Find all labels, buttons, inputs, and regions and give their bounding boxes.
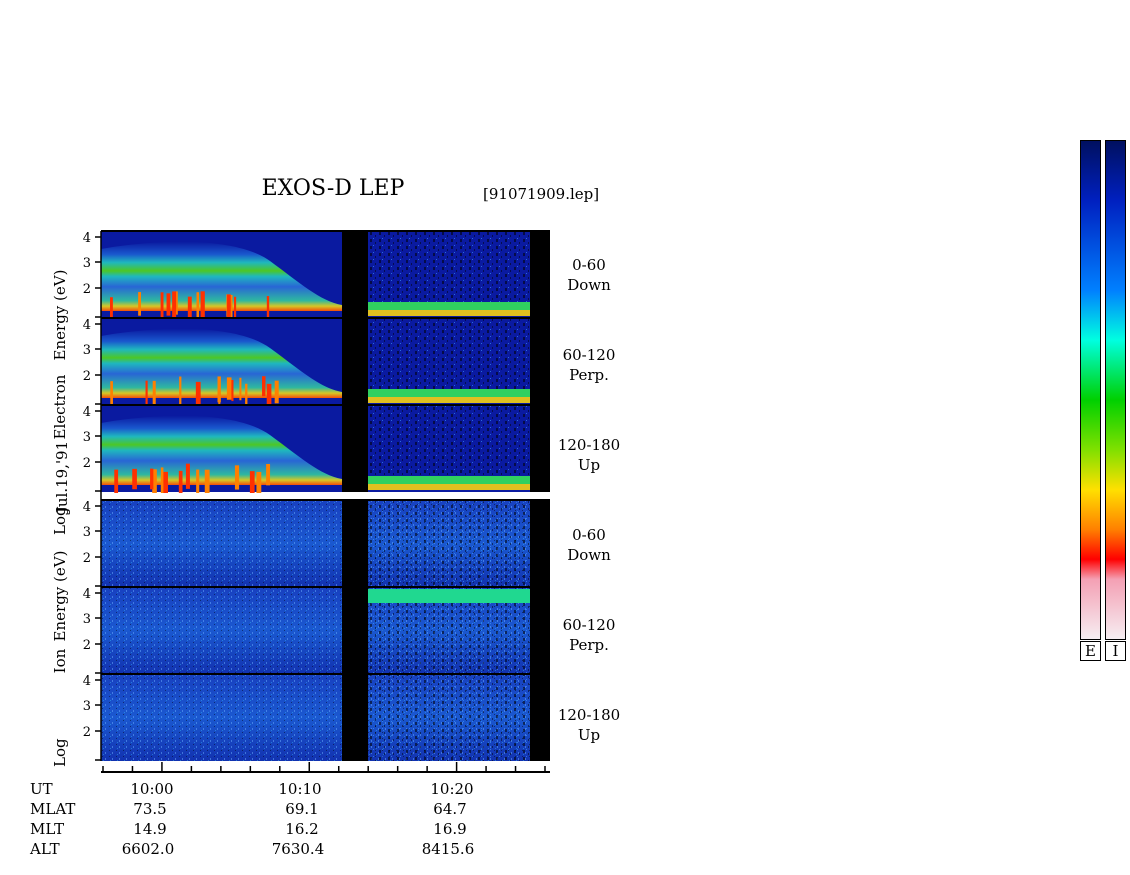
data-gap bbox=[342, 500, 368, 587]
y-tick-label: 4 bbox=[83, 587, 91, 602]
mlt-label: MLT bbox=[30, 820, 65, 838]
panel-angle-label: 120-180 Up bbox=[557, 706, 621, 744]
x-tick-label: 10:00 bbox=[130, 780, 174, 798]
mlt-value: 16.9 bbox=[433, 820, 467, 838]
flux-spike bbox=[114, 469, 119, 497]
panel-angle-label: 120-180 Up bbox=[557, 436, 621, 474]
spectrogram-panel bbox=[101, 404, 550, 500]
spectrogram-panel bbox=[101, 499, 550, 587]
electron-colorbar bbox=[1080, 140, 1101, 640]
x-tick-label: 10:10 bbox=[278, 780, 322, 798]
alt-value: 8415.6 bbox=[421, 840, 475, 858]
panel-angle-label: 60-120 Perp. bbox=[562, 346, 616, 384]
ion-colorbar bbox=[1105, 140, 1126, 640]
alt-value: 6602.0 bbox=[121, 840, 175, 858]
noise-texture bbox=[368, 405, 530, 476]
data-gap bbox=[342, 674, 368, 761]
y-tick-label: 3 bbox=[83, 256, 91, 271]
spectrogram-panel bbox=[101, 317, 550, 414]
y-tick-label: 3 bbox=[83, 699, 91, 714]
panel-angle-label: 0-60 Down bbox=[567, 526, 611, 564]
species-separator bbox=[101, 493, 550, 499]
spectrogram-panel bbox=[101, 586, 550, 674]
mlat-label: MLAT bbox=[30, 800, 76, 818]
mlt-value: 14.9 bbox=[133, 820, 167, 838]
flux-spike bbox=[138, 292, 141, 316]
y-tick-label: 2 bbox=[83, 369, 91, 384]
y-tick-label: 3 bbox=[83, 525, 91, 540]
flux-spike bbox=[204, 469, 210, 495]
panel-angle-label: 0-60 Down bbox=[567, 256, 611, 294]
flux-spike bbox=[233, 296, 237, 320]
y-tick-label: 4 bbox=[83, 318, 91, 333]
flux-spike bbox=[239, 377, 242, 401]
y-tick-label: 2 bbox=[83, 282, 91, 297]
flux-spike bbox=[266, 463, 271, 486]
electron-energy-label: Energy (eV) bbox=[51, 269, 69, 361]
y-tick-label: 4 bbox=[83, 405, 91, 420]
flux-spike bbox=[110, 297, 113, 320]
flux-spike bbox=[185, 463, 190, 489]
flux-spike bbox=[262, 376, 266, 397]
ion-flux-band bbox=[368, 589, 530, 603]
alt-value: 7630.4 bbox=[271, 840, 325, 858]
file-name: [91071909.lep] bbox=[483, 185, 600, 203]
noise-texture bbox=[368, 318, 530, 389]
x-tick-label: 10:20 bbox=[430, 780, 474, 798]
noise-texture bbox=[368, 500, 530, 587]
y-tick-label: 4 bbox=[83, 231, 91, 246]
flux-spike bbox=[178, 470, 183, 495]
flux-spike bbox=[195, 381, 201, 406]
flux-spike bbox=[152, 380, 156, 405]
flux-spike bbox=[226, 377, 232, 400]
y-tick-label: 4 bbox=[83, 674, 91, 689]
data-gap bbox=[342, 587, 368, 674]
flux-spike bbox=[274, 380, 279, 404]
noise-texture bbox=[368, 674, 530, 761]
mlat-value: 69.1 bbox=[285, 800, 319, 818]
flux-spike bbox=[150, 468, 154, 490]
mlt-value: 16.2 bbox=[285, 820, 319, 838]
y-tick-label: 3 bbox=[83, 343, 91, 358]
y-tick-label: 2 bbox=[83, 456, 91, 471]
flux-spike bbox=[200, 291, 205, 319]
spectrogram-panel bbox=[101, 230, 550, 324]
flux-spike bbox=[132, 468, 137, 490]
y-tick-label: 3 bbox=[83, 612, 91, 627]
flux-spike bbox=[172, 291, 177, 321]
flux-spike bbox=[160, 467, 164, 495]
low-energy-band bbox=[368, 310, 530, 316]
data-gap bbox=[342, 405, 368, 492]
panel-angle-label: 60-120 Perp. bbox=[562, 616, 616, 654]
y-tick-label: 2 bbox=[83, 725, 91, 740]
y-tick-label: 2 bbox=[83, 638, 91, 653]
flux-spike bbox=[196, 469, 200, 498]
flux-spike bbox=[179, 376, 182, 407]
noise-texture bbox=[368, 231, 530, 302]
spectrogram-panel bbox=[101, 673, 550, 761]
colorbar-key-ion: I bbox=[1105, 641, 1126, 661]
colorbar-key-electron: E bbox=[1080, 641, 1101, 661]
low-energy-band bbox=[368, 397, 530, 403]
y-tick-label: 3 bbox=[83, 430, 91, 445]
low-energy-band bbox=[368, 484, 530, 490]
flux-spike bbox=[231, 379, 234, 402]
mlat-value: 73.5 bbox=[133, 800, 167, 818]
flux-spike bbox=[196, 292, 200, 322]
ut-label: UT bbox=[30, 780, 53, 798]
data-gap bbox=[342, 231, 368, 318]
flux-spike bbox=[234, 465, 240, 490]
alt-label: ALT bbox=[30, 840, 60, 858]
mlat-value: 64.7 bbox=[433, 800, 467, 818]
ion-energy-label: Energy (eV) bbox=[51, 550, 69, 642]
y-tick-label: 2 bbox=[83, 551, 91, 566]
flux-spike bbox=[166, 293, 171, 316]
data-gap bbox=[342, 318, 368, 405]
y-tick-label: 4 bbox=[83, 500, 91, 515]
